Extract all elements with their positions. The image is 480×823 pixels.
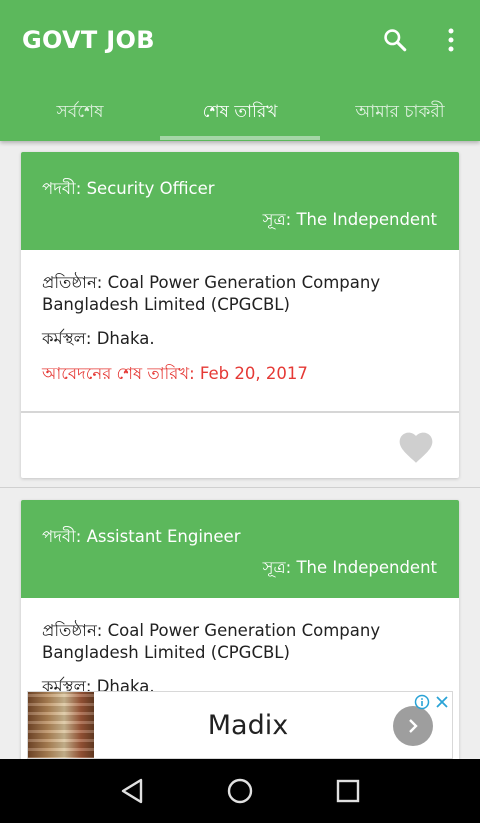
tab-my-jobs[interactable]: আমার চাকরী xyxy=(320,84,480,141)
ad-open-button[interactable] xyxy=(393,706,433,746)
job-source: সূত্র: The Independent xyxy=(262,210,437,229)
system-nav-bar xyxy=(0,759,480,823)
job-source: সূত্র: The Independent xyxy=(262,558,437,577)
overflow-menu-button[interactable] xyxy=(431,20,471,60)
job-deadline: আবেদনের শেষ তারিখ: Feb 20, 2017 xyxy=(42,364,308,383)
app-title: GOVT JOB xyxy=(22,26,155,54)
job-card-body: প্রতিষ্ঠান: Coal Power Generation Compan… xyxy=(21,250,459,385)
favorite-button[interactable] xyxy=(396,428,436,464)
tab-latest[interactable]: সর্বশেষ xyxy=(0,84,160,141)
job-organization: প্রতিষ্ঠান: Coal Power Generation Compan… xyxy=(42,621,381,662)
job-card-body: প্রতিষ্ঠান: Coal Power Generation Compan… xyxy=(21,598,459,698)
search-icon xyxy=(384,29,407,52)
search-button[interactable] xyxy=(375,20,415,60)
more-vert-icon xyxy=(448,28,454,52)
card-divider xyxy=(21,411,459,413)
ad-title[interactable]: Madix xyxy=(94,710,402,741)
nav-back-button[interactable] xyxy=(112,771,152,811)
nav-recents-button[interactable] xyxy=(328,771,368,811)
recents-square-icon xyxy=(336,779,360,803)
back-triangle-icon xyxy=(121,778,143,804)
ad-banner[interactable]: Madix xyxy=(27,691,453,759)
nav-home-button[interactable] xyxy=(220,771,260,811)
job-post: পদবী: Security Officer xyxy=(42,179,215,198)
job-card-header: পদবী: Assistant Engineer সূত্র: The Inde… xyxy=(21,500,459,598)
active-tab-indicator xyxy=(160,136,320,140)
home-circle-icon xyxy=(227,778,253,804)
heart-icon xyxy=(399,432,433,463)
tab-bar: সর্বশেষ শেষ তারিখ আমার চাকরী xyxy=(0,84,480,141)
app-bar: GOVT JOB সর্বশেষ শেষ তারিখ আমার চাকরী xyxy=(0,0,480,141)
job-card-header: পদবী: Security Officer সূত্র: The Indepe… xyxy=(21,152,459,250)
close-icon[interactable] xyxy=(434,694,450,710)
tab-deadline[interactable]: শেষ তারিখ xyxy=(160,84,320,141)
job-post: পদবী: Assistant Engineer xyxy=(42,527,241,546)
job-list[interactable]: পদবী: Security Officer সূত্র: The Indepe… xyxy=(0,141,480,759)
list-separator xyxy=(0,487,480,488)
job-card[interactable]: পদবী: Security Officer সূত্র: The Indepe… xyxy=(21,152,459,478)
ad-image[interactable] xyxy=(28,692,94,758)
chevron-right-icon xyxy=(409,719,418,733)
job-organization: প্রতিষ্ঠান: Coal Power Generation Compan… xyxy=(42,273,381,314)
job-location: কর্মস্থল: Dhaka. xyxy=(42,329,155,348)
info-icon[interactable] xyxy=(414,694,430,710)
